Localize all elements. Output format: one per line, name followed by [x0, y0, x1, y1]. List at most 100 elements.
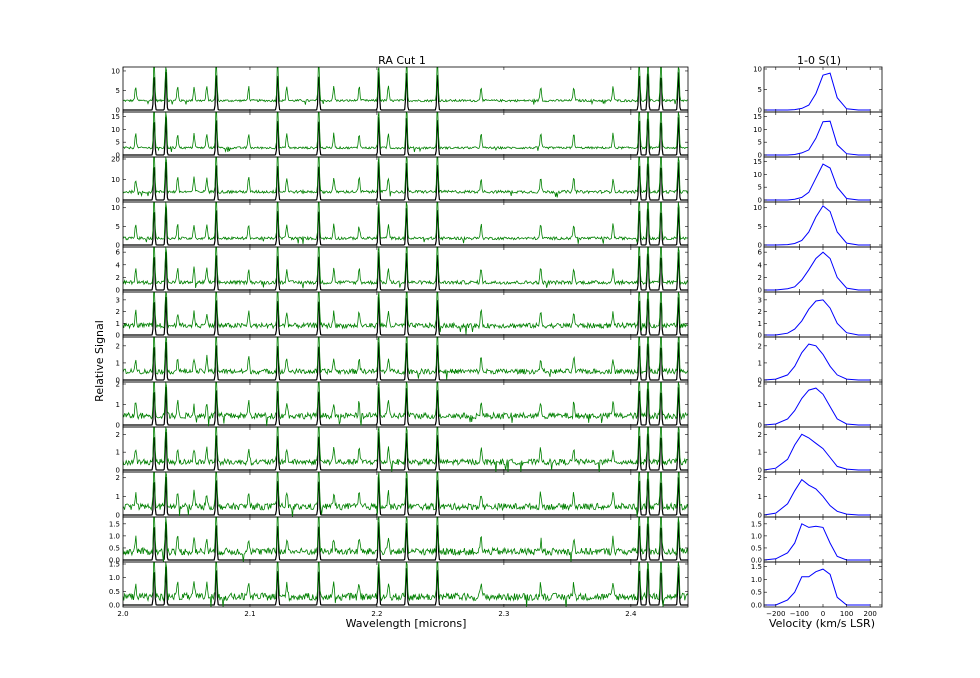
profile-panel-12: 0.0 0.5 1.0 1.5 −200 −100 0 100 200 [751, 561, 883, 618]
left-chart-title: RA Cut 1 [378, 54, 426, 67]
profile-panel-frame-1 [763, 66, 883, 113]
spectrum-ytick-label: 0 [116, 332, 120, 340]
right-chart-title: 1-0 S(1) [797, 54, 841, 67]
spectrum-ytick-label: 0 [116, 422, 120, 430]
profile-panel-1: 0510 [753, 66, 883, 115]
spectrum-xtick-label: 2.4 [625, 610, 637, 618]
profile-line-7 [763, 343, 871, 381]
profile-ytick-label: 15 [753, 113, 762, 121]
profile-ytick-label: 2 [758, 381, 762, 389]
profile-ytick-label: 0.5 [751, 589, 762, 597]
spectrum-ytick-label: 10 [111, 204, 120, 212]
profile-panel-frame-6 [763, 291, 883, 338]
spectrum-ytick-label: 2 [116, 381, 120, 389]
profile-ytick-label: 6 [758, 249, 763, 257]
spectrum-ytick-label: 1.5 [109, 520, 120, 528]
profile-ytick-label: 0 [758, 422, 762, 430]
profile-panel-2: 051015 [753, 111, 883, 160]
spectrum-ytick-label: 0.5 [109, 544, 120, 552]
profile-ytick-label: 10 [753, 204, 762, 212]
spectrum-panel-8: 0 1 2 [116, 381, 689, 430]
profile-ytick-label: 1.0 [751, 576, 762, 584]
profile-ytick-label: 5 [758, 223, 762, 231]
spectrum-ytick-label: 1 [116, 401, 120, 409]
profile-xtick-label: −100 [790, 610, 809, 618]
profile-xtick-label: 200 [864, 610, 877, 618]
spectrum-ytick-label: 20 [111, 156, 120, 164]
spectrum-xtick-label: 2.2 [371, 610, 382, 618]
profile-ytick-label: 5 [758, 86, 762, 94]
profile-ytick-label: 2 [758, 342, 762, 350]
spectrum-ytick-label: 5 [116, 223, 120, 231]
spectrum-ytick-label: 6 [116, 249, 121, 257]
spectrum-ytick-label: 2 [116, 431, 120, 439]
spectra-panels: 0510051015010200510024601230120120120120… [109, 66, 689, 618]
profile-ytick-label: 1.5 [751, 563, 762, 571]
spectrum-ytick-label: 4 [116, 261, 121, 269]
spectrum-panel-12: 0.0 0.5 1.0 1.5 2.0 2.1 2.2 2.3 2.4 [109, 561, 689, 618]
profile-panel-frame-2 [763, 111, 883, 158]
spectrum-ytick-label: 15 [111, 113, 120, 121]
profile-line-6 [764, 299, 871, 336]
spectrum-ytick-label: 2 [116, 308, 120, 316]
spectrum-ytick-label: 0 [116, 512, 120, 520]
spectrum-ytick-label: 1.0 [109, 574, 120, 582]
spectrum-ytick-label: 0 [116, 287, 120, 295]
spectrum-xtick-label: 2.1 [244, 610, 255, 618]
profile-ytick-label: 0 [758, 512, 762, 520]
profile-ytick-label: 2 [758, 308, 762, 316]
spectrum-panel-2: 051015 [111, 111, 689, 160]
spectrum-ytick-label: 10 [111, 67, 120, 75]
spectrum-panel-4: 0510 [111, 201, 689, 250]
spectrum-ytick-label: 3 [116, 296, 120, 304]
spectrum-panel-6: 0 1 2 3 [116, 291, 689, 340]
spectrum-ytick-label: 10 [111, 126, 120, 134]
spectrum-panel-7: 0 1 2 [116, 335, 689, 385]
profile-ytick-label: 0 [758, 332, 762, 340]
profile-ytick-label: 1 [758, 401, 762, 409]
profile-ytick-label: 1 [758, 320, 762, 328]
spectrum-ytick-label: 1 [116, 493, 120, 501]
profile-line-10 [763, 478, 871, 516]
profile-panel-10: 0 1 2 [758, 471, 883, 520]
profile-panel-frame-7 [763, 336, 883, 383]
spectrum-ytick-label: 1 [116, 320, 120, 328]
profile-line-2 [764, 120, 871, 156]
profile-panel-11: 0.00.51.01.5 [751, 516, 883, 565]
profile-panel-5: 0 2 4 6 [758, 246, 883, 295]
spectrum-panel-9: 012 [116, 426, 689, 475]
spectrum-ytick-label: 10 [111, 176, 120, 184]
y-axis-label: Relative Signal [93, 320, 106, 402]
spectrum-panel-3: 01020 [111, 156, 689, 205]
profile-panel-frame-9 [763, 426, 883, 473]
profile-panel-8: 0 1 2 [758, 381, 883, 430]
profile-ytick-label: 1 [758, 449, 762, 457]
left-x-axis-label: Wavelength [microns] [346, 617, 467, 630]
profile-panel-3: 051015 [753, 156, 883, 205]
right-x-axis-label: Velocity (km/s LSR) [769, 617, 875, 630]
spectrum-ytick-label: 1.5 [109, 561, 120, 569]
spectrum-ytick-label: 1 [116, 449, 120, 457]
spectrum-xtick-label: 2.3 [498, 610, 509, 618]
profile-xtick-label: 0 [821, 610, 825, 618]
spectrum-panel-5: 0 2 4 6 [116, 246, 689, 295]
profile-ytick-label: 10 [753, 66, 762, 74]
profile-panel-9: 012 [758, 426, 883, 475]
profile-line-8 [763, 387, 871, 426]
profile-ytick-label: 2 [758, 474, 762, 482]
profile-ytick-label: 0.0 [751, 602, 762, 610]
profile-panel-4: 0510 [753, 201, 883, 250]
spectrum-ytick-label: 2 [116, 342, 120, 350]
profile-ytick-label: 0.5 [751, 544, 762, 552]
profile-xtick-label: −200 [766, 610, 785, 618]
profile-panel-frame-8 [763, 381, 883, 428]
profile-line-12 [764, 568, 871, 606]
spectrum-xtick-label: 2.0 [117, 610, 128, 618]
figure: RA Cut 1 1-0 S(1) Wavelength [microns] V… [93, 54, 883, 630]
profile-line-4 [764, 205, 871, 246]
spectrum-ytick-label: 5 [116, 139, 120, 147]
profile-ytick-label: 2 [758, 274, 762, 282]
profile-line-1 [764, 72, 871, 111]
profile-line-3 [764, 163, 871, 201]
spectrum-ytick-label: 0.0 [109, 602, 120, 610]
